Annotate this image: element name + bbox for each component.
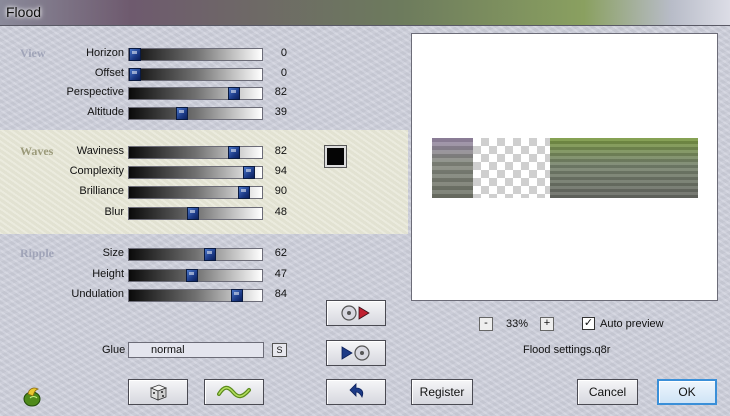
- slider-value: 94: [274, 165, 287, 177]
- wave-icon: [217, 385, 251, 399]
- slider-label: Complexity: [69, 165, 124, 177]
- reset-button[interactable]: [326, 379, 386, 405]
- app-logo: [20, 384, 44, 408]
- title-bar: Flood: [0, 0, 730, 26]
- window-title: Flood: [6, 4, 42, 20]
- slider-thumb[interactable]: [129, 48, 141, 61]
- zoom-in-button[interactable]: +: [540, 317, 554, 331]
- slider-value: 62: [274, 247, 287, 259]
- slider-value: 48: [274, 206, 287, 218]
- flame-leaf-icon: [23, 387, 41, 407]
- slider-thumb[interactable]: [176, 107, 188, 120]
- zoom-level: 33%: [506, 318, 529, 330]
- slider-value: 82: [274, 86, 287, 98]
- register-button[interactable]: Register: [411, 379, 473, 405]
- auto-preview-label: Auto preview: [600, 318, 664, 330]
- slider-track[interactable]: [128, 87, 263, 100]
- slider-value: 0: [280, 47, 287, 59]
- preview-canvas[interactable]: [411, 33, 718, 301]
- zoom-out-button[interactable]: -: [479, 317, 493, 331]
- glue-select[interactable]: normal: [128, 342, 264, 358]
- save-preset-icon: [341, 345, 370, 361]
- color-swatch[interactable]: [324, 145, 347, 168]
- preview-image-right: [550, 138, 698, 198]
- auto-preview-checkbox[interactable]: ✓: [582, 317, 595, 330]
- load-preset-button[interactable]: [326, 300, 386, 326]
- slider-label: Height: [92, 268, 124, 280]
- slider-label: Altitude: [87, 106, 124, 118]
- slider-thumb[interactable]: [228, 87, 240, 100]
- slider-thumb[interactable]: [231, 289, 243, 302]
- slider-row-altitude: Altitude 39: [0, 105, 408, 121]
- slider-thumb[interactable]: [204, 248, 216, 261]
- slider-label: Waviness: [76, 145, 124, 157]
- glue-button[interactable]: S: [272, 343, 287, 357]
- slider-track[interactable]: [128, 146, 263, 159]
- cancel-button[interactable]: Cancel: [577, 379, 638, 405]
- slider-track[interactable]: [128, 166, 263, 179]
- preview-image-left: [432, 138, 473, 198]
- slider-row-brilliance: Brilliance 90: [0, 184, 408, 200]
- slider-track[interactable]: [128, 107, 263, 120]
- save-preset-button[interactable]: [326, 340, 386, 366]
- slider-row-waviness: Waviness 82: [0, 144, 408, 160]
- slider-label: Undulation: [71, 288, 124, 300]
- slider-label: Blur: [104, 206, 124, 218]
- slider-row-blur: Blur 48: [0, 205, 408, 221]
- slider-thumb[interactable]: [228, 146, 240, 159]
- slider-thumb[interactable]: [187, 207, 199, 220]
- slider-label: Size: [102, 247, 124, 259]
- slider-row-horizon: Horizon 0: [0, 46, 408, 62]
- slider-label: Perspective: [66, 86, 124, 98]
- ok-button[interactable]: OK: [657, 379, 717, 405]
- slider-track[interactable]: [128, 289, 263, 302]
- wave-button[interactable]: [204, 379, 264, 405]
- slider-thumb[interactable]: [238, 186, 250, 199]
- glue-label: Glue: [102, 344, 126, 356]
- settings-file-name: Flood settings.q8r: [523, 344, 611, 356]
- slider-value: 84: [274, 288, 287, 300]
- slider-label: Offset: [94, 67, 124, 79]
- slider-row-complexity: Complexity 94: [0, 164, 408, 180]
- slider-value: 90: [274, 185, 287, 197]
- slider-value: 0: [280, 67, 287, 79]
- slider-thumb[interactable]: [186, 269, 198, 282]
- slider-row-height: Height 47: [0, 267, 408, 283]
- slider-track[interactable]: [128, 207, 263, 220]
- dice-icon: [149, 384, 168, 401]
- reset-icon: [349, 383, 364, 398]
- slider-track[interactable]: [128, 269, 263, 282]
- slider-thumb[interactable]: [243, 166, 255, 179]
- slider-label: Horizon: [86, 47, 124, 59]
- random-button[interactable]: [128, 379, 188, 405]
- slider-row-perspective: Perspective 82: [0, 85, 408, 101]
- slider-value: 82: [274, 145, 287, 157]
- slider-row-size: Size 62: [0, 246, 408, 262]
- load-preset-icon: [341, 305, 370, 321]
- slider-track[interactable]: [128, 48, 263, 61]
- slider-track[interactable]: [128, 68, 263, 81]
- slider-track[interactable]: [128, 248, 263, 261]
- slider-value: 39: [274, 106, 287, 118]
- slider-value: 47: [274, 268, 287, 280]
- preview-transparency: [473, 138, 550, 198]
- slider-row-offset: Offset 0: [0, 66, 408, 82]
- slider-thumb[interactable]: [129, 68, 141, 81]
- slider-track[interactable]: [128, 186, 263, 199]
- slider-label: Brilliance: [79, 185, 124, 197]
